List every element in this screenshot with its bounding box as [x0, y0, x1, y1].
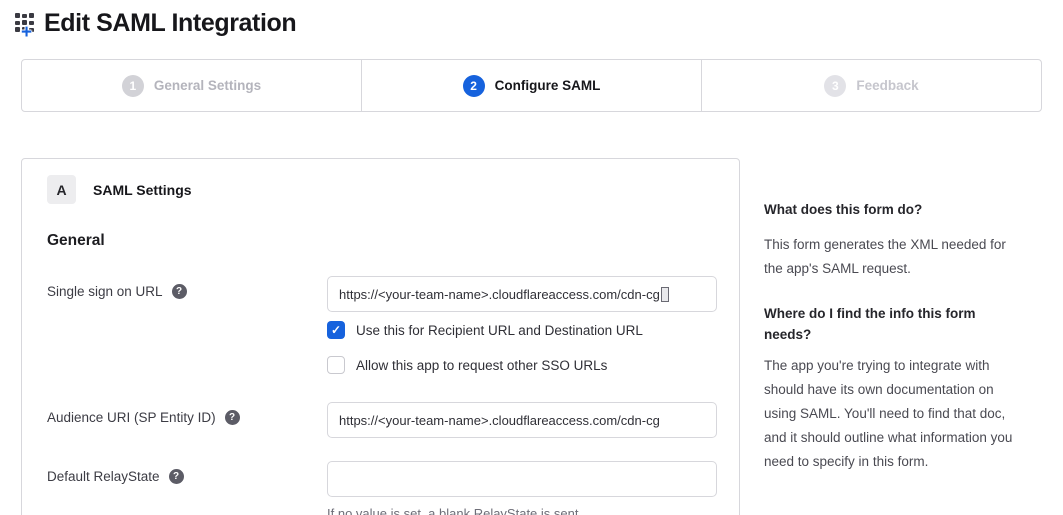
- recipient-url-checkbox[interactable]: ✓: [327, 321, 345, 339]
- text-cursor: [661, 287, 669, 302]
- page-title: Edit SAML Integration: [44, 9, 296, 38]
- help-answer-1: This form generates the XML needed for t…: [764, 233, 1016, 281]
- relay-state-label: Default RelayState: [47, 469, 160, 484]
- sso-url-controls: https://<your-team-name>.cloudflareacces…: [327, 276, 717, 374]
- wizard-step-feedback[interactable]: 3 Feedback: [701, 60, 1041, 111]
- sso-url-label-col: Single sign on URL ?: [47, 276, 327, 299]
- relay-state-help-icon[interactable]: ?: [169, 469, 184, 484]
- wizard-step-configure-saml[interactable]: 2 Configure SAML: [361, 60, 701, 111]
- sso-url-input[interactable]: https://<your-team-name>.cloudflareacces…: [327, 276, 717, 312]
- saml-settings-panel: A SAML Settings General Single sign on U…: [21, 158, 740, 515]
- section-title: SAML Settings: [93, 182, 192, 198]
- audience-uri-label-col: Audience URI (SP Entity ID) ?: [47, 402, 327, 425]
- relay-state-controls: If no value is set, a blank RelayState i…: [327, 461, 717, 515]
- general-group-heading: General: [47, 232, 715, 250]
- checkmark-icon: ✓: [331, 324, 341, 336]
- add-app-grid-icon: +: [14, 10, 41, 37]
- plus-icon: +: [21, 23, 32, 42]
- relay-state-hint: If no value is set, a blank RelayState i…: [327, 506, 717, 515]
- other-sso-checkbox-row: Allow this app to request other SSO URLs: [327, 356, 717, 374]
- help-sidebar: What does this form do? This form genera…: [764, 158, 1016, 474]
- section-letter-badge: A: [47, 175, 76, 204]
- audience-uri-field-row: Audience URI (SP Entity ID) ? https://<y…: [47, 402, 715, 438]
- other-sso-checkbox[interactable]: [327, 356, 345, 374]
- help-answer-2: The app you're trying to integrate with …: [764, 354, 1016, 474]
- recipient-url-checkbox-label: Use this for Recipient URL and Destinati…: [356, 323, 643, 338]
- step-label: Feedback: [856, 78, 918, 93]
- page-header: + Edit SAML Integration: [0, 0, 1063, 38]
- relay-state-label-col: Default RelayState ?: [47, 461, 327, 484]
- relay-state-input[interactable]: [327, 461, 717, 497]
- content-area: A SAML Settings General Single sign on U…: [21, 158, 1063, 515]
- step-number-badge: 2: [463, 75, 485, 97]
- audience-uri-input[interactable]: https://<your-team-name>.cloudflareacces…: [327, 402, 717, 438]
- help-question-2: Where do I find the info this form needs…: [764, 303, 1016, 345]
- wizard-step-general-settings[interactable]: 1 General Settings: [22, 60, 361, 111]
- audience-uri-help-icon[interactable]: ?: [225, 410, 240, 425]
- edit-saml-integration-page: + Edit SAML Integration 1 General Settin…: [0, 0, 1063, 515]
- other-sso-checkbox-label: Allow this app to request other SSO URLs: [356, 358, 607, 373]
- sso-url-label: Single sign on URL: [47, 284, 163, 299]
- audience-uri-input-value: https://<your-team-name>.cloudflareacces…: [339, 413, 660, 428]
- recipient-url-checkbox-row: ✓ Use this for Recipient URL and Destina…: [327, 321, 717, 339]
- sso-url-field-row: Single sign on URL ? https://<your-team-…: [47, 276, 715, 374]
- sso-url-help-icon[interactable]: ?: [172, 284, 187, 299]
- section-header: A SAML Settings: [47, 175, 715, 204]
- wizard-steps: 1 General Settings 2 Configure SAML 3 Fe…: [21, 59, 1042, 112]
- step-number-badge: 3: [824, 75, 846, 97]
- audience-uri-controls: https://<your-team-name>.cloudflareacces…: [327, 402, 717, 438]
- step-number-badge: 1: [122, 75, 144, 97]
- step-label: General Settings: [154, 78, 261, 93]
- audience-uri-label: Audience URI (SP Entity ID): [47, 410, 216, 425]
- relay-state-field-row: Default RelayState ? If no value is set,…: [47, 461, 715, 515]
- sso-url-input-value: https://<your-team-name>.cloudflareacces…: [339, 287, 660, 302]
- step-label: Configure SAML: [495, 78, 601, 93]
- help-question-1: What does this form do?: [764, 199, 1016, 220]
